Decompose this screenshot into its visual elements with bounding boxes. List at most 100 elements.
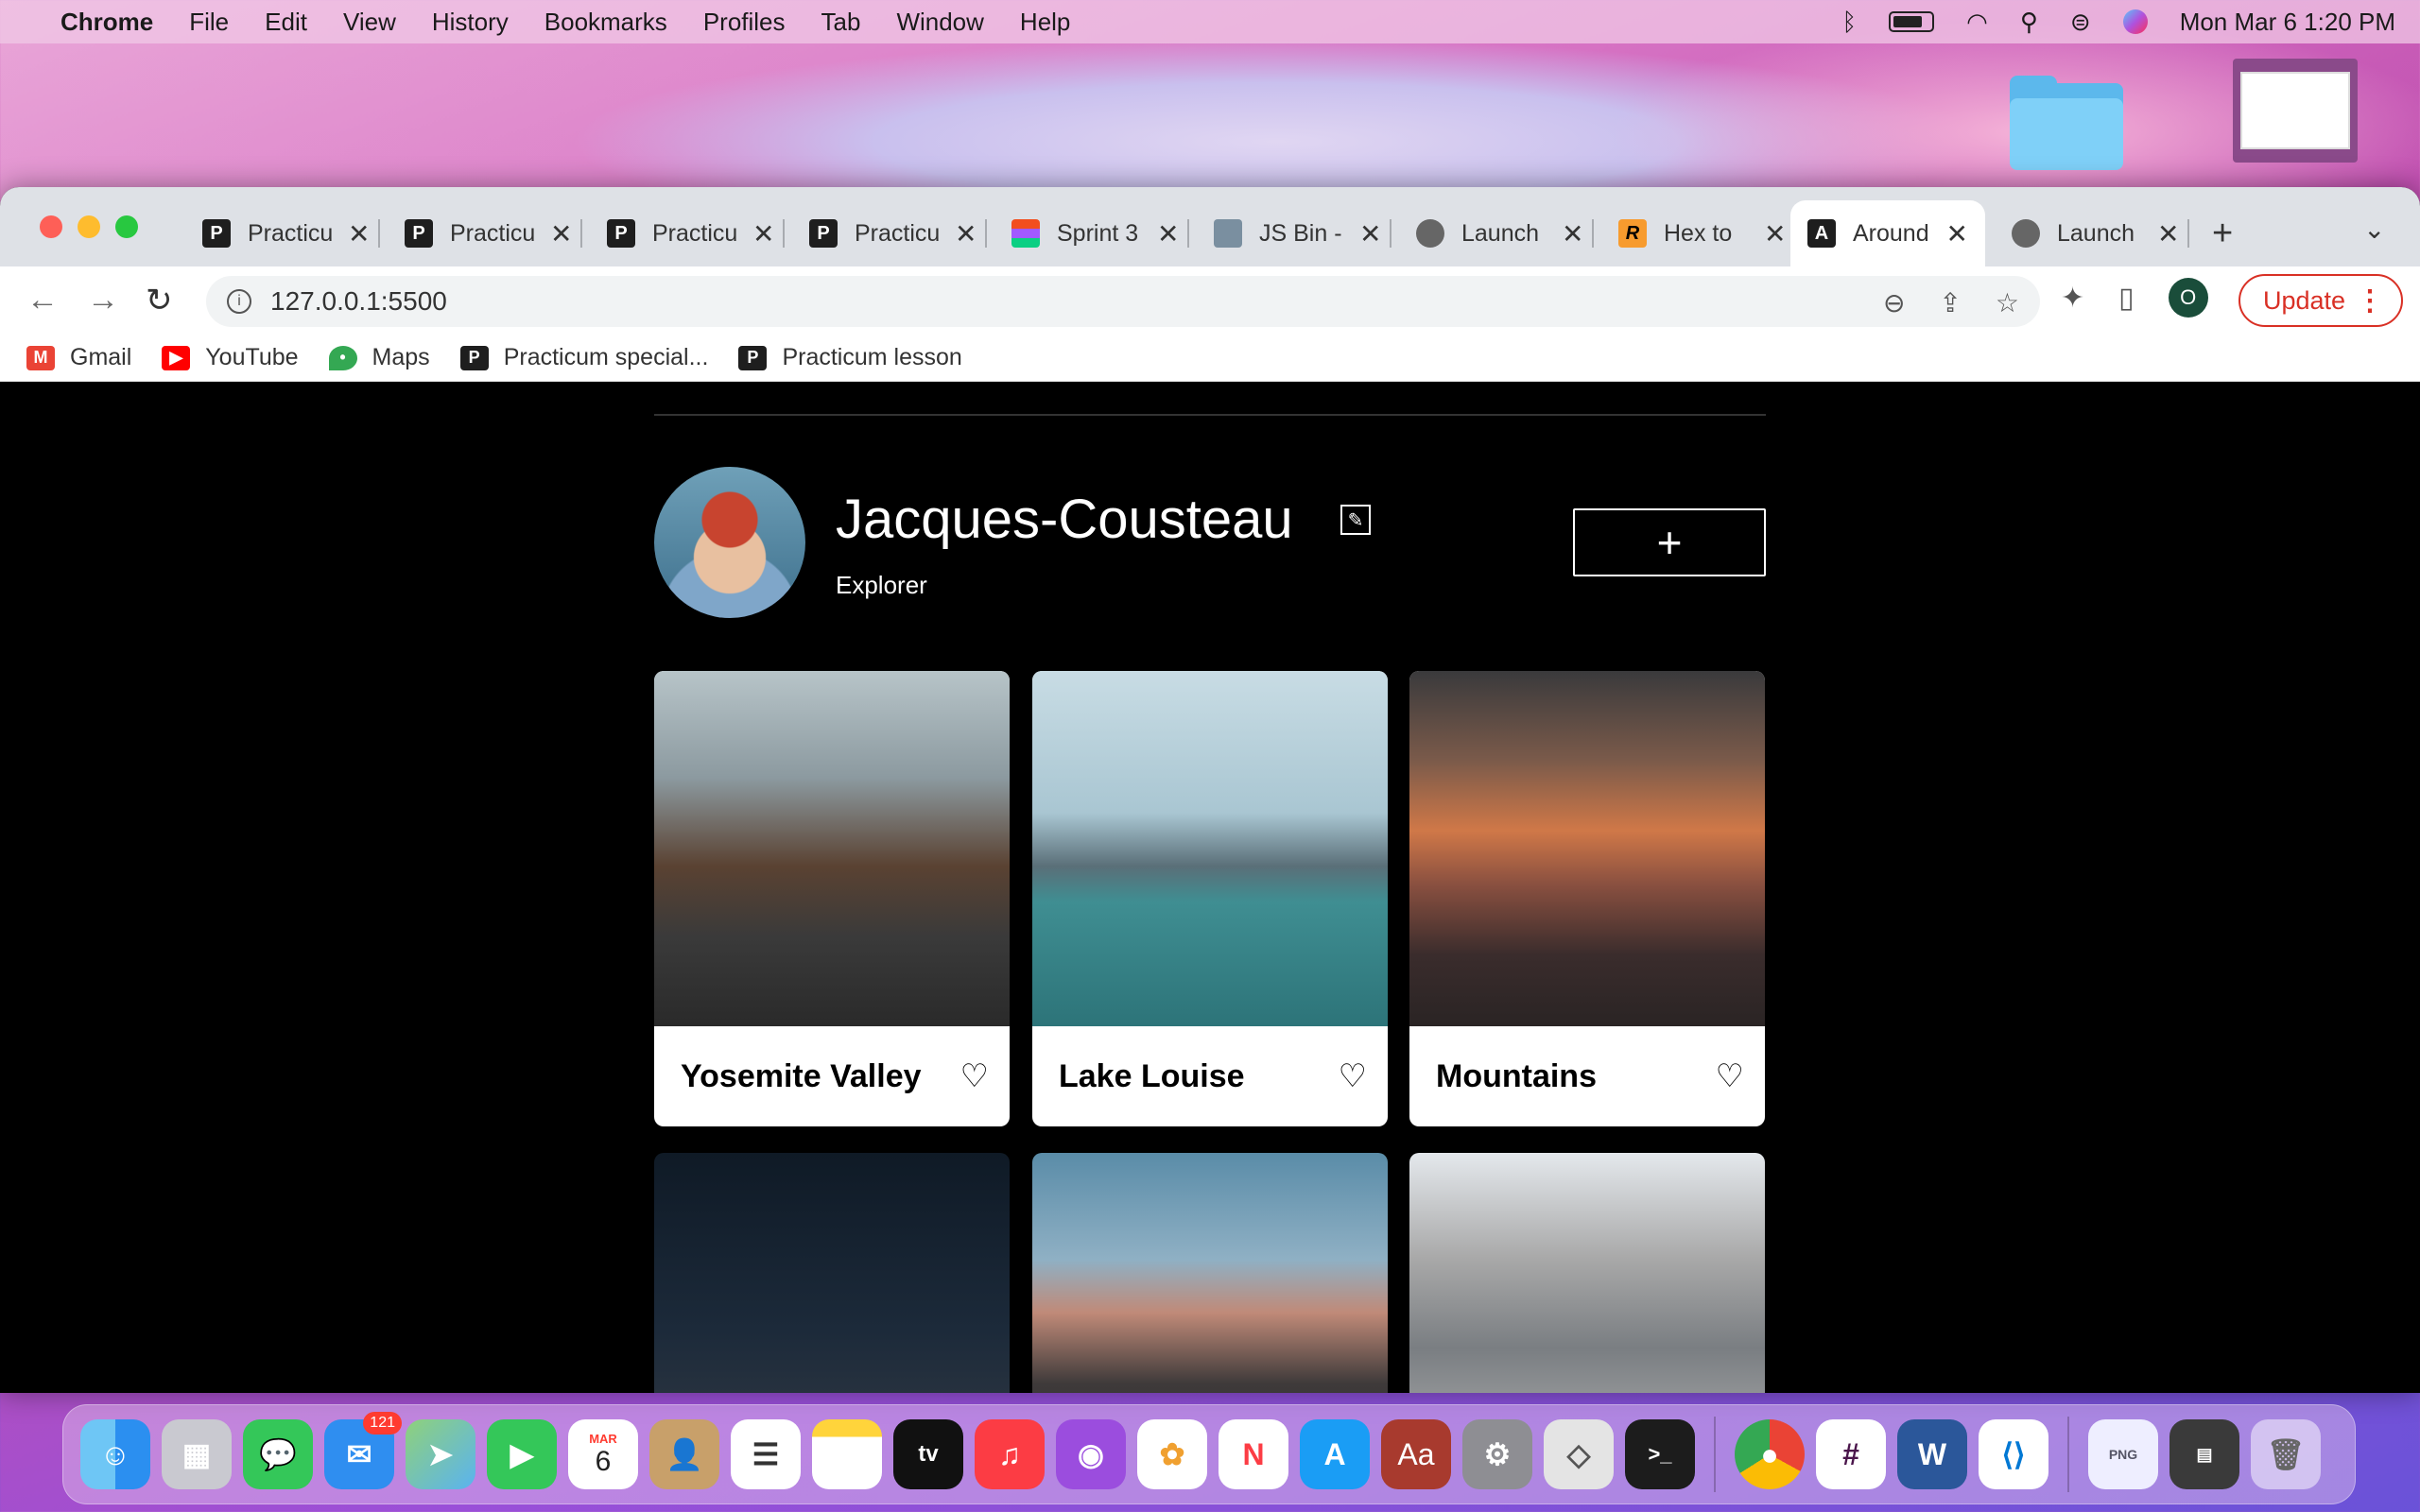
png-file-icon[interactable]: PNG	[2088, 1419, 2158, 1489]
tab-search-chevron-icon[interactable]: ⌄	[2363, 214, 2385, 245]
podcasts-icon[interactable]: ◉	[1056, 1419, 1126, 1489]
forward-arrow-icon[interactable]: →	[87, 282, 119, 318]
menu-profiles[interactable]: Profiles	[703, 8, 786, 37]
profile-avatar-image[interactable]	[654, 467, 805, 618]
add-card-button[interactable]: +	[1573, 508, 1766, 576]
tab-close-icon[interactable]: ✕	[1562, 218, 1583, 249]
menu-app-name[interactable]: Chrome	[60, 8, 153, 37]
control-center-icon[interactable]: ⊜	[2070, 8, 2091, 37]
card-image[interactable]	[1032, 671, 1388, 1026]
bookmark-practicum-special[interactable]: P Practicum special...	[459, 344, 708, 371]
reminders-icon[interactable]: ☰	[731, 1419, 801, 1489]
tab-around-active[interactable]: A Around ✕	[1790, 200, 1985, 266]
desktop-screenshot-thumbnail[interactable]	[2233, 59, 2358, 163]
update-button[interactable]: Update ⋮	[2238, 274, 2403, 327]
tab-close-icon[interactable]: ✕	[550, 218, 572, 249]
back-arrow-icon[interactable]: ←	[26, 282, 59, 318]
mail-icon[interactable]: ✉ 121	[324, 1412, 402, 1489]
menu-help[interactable]: Help	[1020, 8, 1070, 37]
slack-icon[interactable]: #	[1816, 1419, 1886, 1489]
vscode-icon[interactable]: ⟨⟩	[1979, 1419, 2048, 1489]
bookmark-star-icon[interactable]: ☆	[1996, 287, 2019, 318]
maps-icon[interactable]: ➤	[406, 1419, 475, 1489]
menu-bookmarks[interactable]: Bookmarks	[544, 8, 667, 37]
heart-like-icon[interactable]: ♡	[1716, 1057, 1744, 1095]
tab-jsbin[interactable]: JS Bin - ✕	[1197, 200, 1398, 266]
word-icon[interactable]: W	[1897, 1419, 1967, 1489]
close-window-button[interactable]	[40, 215, 62, 238]
bluetooth-icon[interactable]: ᛒ	[1842, 8, 1858, 37]
profile-avatar[interactable]: O	[2168, 278, 2208, 318]
tab-close-icon[interactable]: ✕	[2157, 218, 2179, 249]
tab-practicum-4[interactable]: P Practicum ✕	[792, 200, 994, 266]
apple-tv-icon[interactable]: tv	[893, 1419, 963, 1489]
menu-file[interactable]: File	[189, 8, 229, 37]
music-icon[interactable]: ♫	[975, 1419, 1045, 1489]
tab-close-icon[interactable]: ✕	[1946, 218, 1968, 249]
edit-profile-pencil-icon[interactable]: ✎	[1340, 505, 1371, 535]
bookmark-gmail[interactable]: M Gmail	[26, 344, 131, 371]
minimize-window-button[interactable]	[78, 215, 100, 238]
reload-icon[interactable]: ↻	[146, 282, 173, 319]
tab-close-icon[interactable]: ✕	[1764, 218, 1786, 249]
card-image[interactable]	[1032, 1153, 1388, 1393]
tab-close-icon[interactable]: ✕	[348, 218, 370, 249]
tab-launch-2[interactable]: Launch ✕	[1995, 200, 2196, 266]
tab-sprint[interactable]: Sprint 3 ✕	[994, 200, 1196, 266]
more-menu-icon[interactable]: ⋮	[2356, 284, 2384, 318]
messages-icon[interactable]: 💬	[243, 1419, 313, 1489]
roblox-icon[interactable]: ◇	[1544, 1419, 1614, 1489]
contacts-icon[interactable]: 👤	[649, 1419, 719, 1489]
tab-practicum-3[interactable]: P Practicum ✕	[590, 200, 791, 266]
menu-view[interactable]: View	[343, 8, 396, 37]
share-icon[interactable]: ⇪	[1939, 287, 1961, 318]
notes-icon[interactable]	[812, 1419, 882, 1489]
fullscreen-window-button[interactable]	[115, 215, 138, 238]
menu-edit[interactable]: Edit	[265, 8, 307, 37]
launchpad-icon[interactable]: ▦	[162, 1419, 232, 1489]
tab-practicum-2[interactable]: P Practicum ✕	[388, 200, 589, 266]
site-info-icon[interactable]: i	[227, 289, 251, 314]
card-image[interactable]	[654, 1153, 1010, 1393]
terminal-icon[interactable]: >_	[1625, 1419, 1695, 1489]
facetime-icon[interactable]: ▶	[487, 1419, 557, 1489]
tab-close-icon[interactable]: ✕	[1359, 218, 1381, 249]
tab-hex[interactable]: R Hex to ✕	[1601, 200, 1803, 266]
trash-icon[interactable]: 🗑	[2251, 1419, 2321, 1489]
tab-close-icon[interactable]: ✕	[955, 218, 977, 249]
menu-tab[interactable]: Tab	[821, 8, 861, 37]
bookmark-maps[interactable]: • Maps	[328, 344, 430, 371]
tab-close-icon[interactable]: ✕	[752, 218, 774, 249]
calendar-icon[interactable]: MAR 6	[568, 1419, 638, 1489]
heart-like-icon[interactable]: ♡	[1339, 1057, 1367, 1095]
bookmark-youtube[interactable]: ▶ YouTube	[162, 344, 299, 371]
extensions-puzzle-icon[interactable]: ✦	[2061, 282, 2084, 315]
battery-icon[interactable]	[1889, 11, 1935, 32]
side-panel-icon[interactable]: ▯	[2118, 282, 2135, 315]
card-image[interactable]	[654, 671, 1010, 1026]
news-icon[interactable]: N	[1219, 1419, 1288, 1489]
card-image[interactable]	[1409, 671, 1765, 1026]
siri-icon[interactable]	[2122, 9, 2148, 34]
address-bar[interactable]: i 127.0.0.1:5500 ⊖ ⇪ ☆	[206, 276, 2040, 327]
menu-window[interactable]: Window	[896, 8, 983, 37]
heart-like-icon[interactable]: ♡	[960, 1057, 989, 1095]
tab-launch-1[interactable]: Launch ✕	[1399, 200, 1600, 266]
url-text[interactable]: 127.0.0.1:5500	[270, 286, 447, 317]
downloads-stack-icon[interactable]: ▤	[2169, 1419, 2239, 1489]
tab-close-icon[interactable]: ✕	[1157, 218, 1179, 249]
tab-practicum-1[interactable]: P Practicum ✕	[185, 200, 387, 266]
card-image[interactable]	[1409, 1153, 1765, 1393]
zoom-icon[interactable]: ⊖	[1883, 287, 1905, 318]
system-preferences-gear-icon[interactable]: ⚙	[1462, 1419, 1532, 1489]
spotlight-search-icon[interactable]: ⚲	[2020, 8, 2038, 37]
menu-history[interactable]: History	[432, 8, 509, 37]
chrome-icon[interactable]: ●	[1735, 1419, 1805, 1489]
finder-icon[interactable]: ☺	[80, 1419, 150, 1489]
dictionary-icon[interactable]: Aa	[1381, 1419, 1451, 1489]
wifi-icon[interactable]: ◠	[1966, 8, 1988, 37]
desktop-folder-icon[interactable]	[2010, 76, 2123, 170]
app-store-icon[interactable]: A	[1300, 1419, 1370, 1489]
bookmark-practicum-lesson[interactable]: P Practicum lesson	[738, 344, 962, 371]
new-tab-button[interactable]: +	[2212, 214, 2233, 254]
